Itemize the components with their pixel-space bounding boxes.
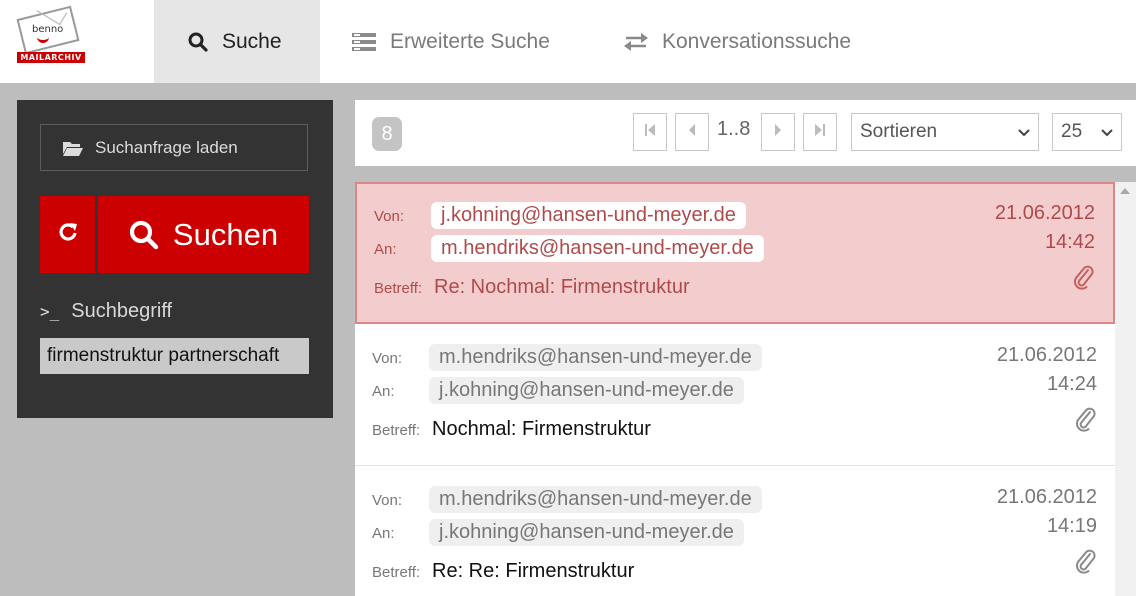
last-page-button[interactable] bbox=[803, 113, 837, 151]
next-page-button[interactable] bbox=[761, 113, 795, 151]
message-time: 14:42 bbox=[1044, 231, 1095, 253]
to-address: j.kohning@hansen-und-meyer.de bbox=[429, 377, 744, 404]
logo[interactable]: benno MAILARCHIV bbox=[0, 0, 154, 83]
search-term-input[interactable] bbox=[40, 338, 309, 374]
folder-open-icon bbox=[63, 140, 83, 156]
result-count-badge: 8 bbox=[372, 117, 402, 151]
from-label: Von: bbox=[372, 350, 403, 367]
tab-label: Konversationssuche bbox=[662, 29, 852, 53]
to-address: j.kohning@hansen-und-meyer.de bbox=[429, 519, 744, 546]
search-button[interactable]: Suchen bbox=[98, 196, 309, 273]
results-toolbar: 8 1..8 Sortieren 25 bbox=[355, 100, 1136, 166]
message-time: 14:19 bbox=[1046, 515, 1097, 537]
sort-select[interactable]: Sortieren bbox=[851, 113, 1039, 151]
message-row[interactable]: Von: m.hendriks@hansen-und-meyer.de An: … bbox=[355, 324, 1115, 466]
paperclip-icon bbox=[1073, 264, 1095, 295]
to-label: An: bbox=[372, 383, 395, 400]
per-page-value: 25 bbox=[1061, 121, 1083, 142]
tab-label: Erweiterte Suche bbox=[390, 29, 550, 53]
terminal-icon: >_ bbox=[40, 302, 60, 321]
search-icon bbox=[188, 32, 208, 52]
tab-erweiterte-suche[interactable]: Erweiterte Suche bbox=[352, 0, 550, 83]
message-date: 21.06.2012 bbox=[994, 202, 1095, 224]
load-query-button[interactable]: Suchanfrage laden bbox=[40, 124, 308, 171]
message-date: 21.06.2012 bbox=[996, 486, 1097, 508]
search-icon bbox=[129, 220, 159, 250]
to-label: An: bbox=[372, 525, 395, 542]
search-term-label: >_ Suchbegriff bbox=[40, 300, 172, 323]
tab-suche[interactable]: Suche bbox=[154, 0, 320, 83]
from-label: Von: bbox=[374, 208, 405, 225]
message-date: 21.06.2012 bbox=[996, 344, 1097, 366]
subject-label: Betreff: bbox=[374, 280, 423, 297]
chevron-down-icon bbox=[1018, 121, 1030, 143]
message-row[interactable]: Von: m.hendriks@hansen-und-meyer.de An: … bbox=[355, 466, 1115, 596]
message-subject: Re: Re: Firmenstruktur bbox=[432, 560, 635, 582]
to-address: m.hendriks@hansen-und-meyer.de bbox=[431, 235, 764, 262]
page-range: 1..8 bbox=[717, 118, 751, 140]
from-address: j.kohning@hansen-und-meyer.de bbox=[431, 202, 746, 229]
message-list-scrollbar[interactable] bbox=[1115, 182, 1136, 596]
load-query-label: Suchanfrage laden bbox=[95, 137, 238, 157]
search-sidebar: Suchanfrage laden Suchen >_ Suchbegriff bbox=[17, 100, 333, 418]
tab-label: Suche bbox=[222, 29, 282, 53]
message-time: 14:24 bbox=[1046, 373, 1097, 395]
scroll-up-icon[interactable] bbox=[1120, 188, 1130, 194]
subject-label: Betreff: bbox=[372, 422, 421, 439]
swap-icon bbox=[624, 32, 648, 51]
from-label: Von: bbox=[372, 492, 403, 509]
chevron-right-icon bbox=[773, 123, 783, 142]
search-term-text: Suchbegriff bbox=[71, 300, 173, 322]
first-page-icon bbox=[644, 123, 656, 142]
message-list: Von: j.kohning@hansen-und-meyer.de An: m… bbox=[355, 182, 1115, 596]
tab-konversationssuche[interactable]: Konversationssuche bbox=[624, 0, 851, 83]
search-button-label: Suchen bbox=[172, 216, 279, 252]
refresh-icon bbox=[57, 221, 79, 248]
sort-select-value: Sortieren bbox=[860, 121, 938, 142]
to-label: An: bbox=[374, 241, 397, 258]
paperclip-icon bbox=[1075, 548, 1097, 579]
top-navigation: benno MAILARCHIV Suche Erweiterte Suche … bbox=[0, 0, 1136, 83]
list-icon bbox=[352, 32, 376, 51]
last-page-icon bbox=[814, 123, 826, 142]
from-address: m.hendriks@hansen-und-meyer.de bbox=[429, 344, 762, 371]
message-row[interactable]: Von: j.kohning@hansen-und-meyer.de An: m… bbox=[355, 182, 1115, 324]
paperclip-icon bbox=[1075, 406, 1097, 437]
chevron-left-icon bbox=[687, 123, 697, 142]
logo-band: MAILARCHIV bbox=[17, 52, 85, 63]
first-page-button[interactable] bbox=[633, 113, 667, 151]
previous-page-button[interactable] bbox=[675, 113, 709, 151]
per-page-select[interactable]: 25 bbox=[1052, 113, 1122, 151]
message-subject: Re: Nochmal: Firmenstruktur bbox=[434, 276, 690, 298]
subject-label: Betreff: bbox=[372, 564, 421, 581]
chevron-down-icon bbox=[1101, 121, 1113, 143]
message-subject: Nochmal: Firmenstruktur bbox=[432, 418, 651, 440]
from-address: m.hendriks@hansen-und-meyer.de bbox=[429, 486, 762, 513]
reset-button[interactable] bbox=[40, 196, 95, 273]
logo-text: benno bbox=[32, 24, 64, 35]
